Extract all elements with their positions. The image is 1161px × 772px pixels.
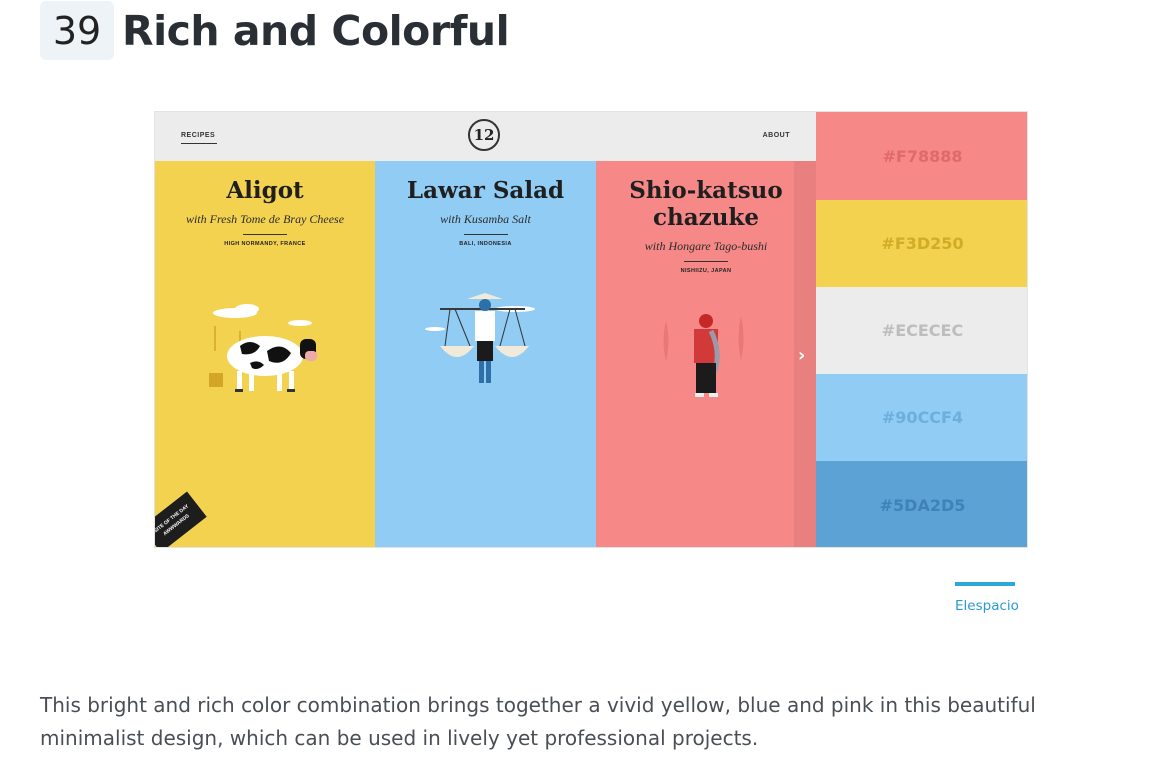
cow-illustration bbox=[209, 304, 317, 392]
section-number: 39 bbox=[52, 8, 102, 53]
description-text: This bright and rich color combination b… bbox=[40, 693, 1036, 750]
nav-about-link: ABOUT bbox=[762, 132, 790, 139]
next-arrow-icon[interactable]: › bbox=[798, 345, 805, 366]
swatch-2: #F3D250 bbox=[816, 200, 1027, 287]
site-of-the-day-badge[interactable]: SITE OF THE DAY AWWWARDS bbox=[155, 491, 207, 547]
dish-card-shio-katsuo: Shio-katsuo chazuke with Hongare Tago-bu… bbox=[596, 161, 816, 547]
dish-location: NISHIIZU, JAPAN bbox=[680, 268, 732, 274]
dish-title: Lawar Salad bbox=[406, 177, 565, 204]
swatch-5: #5DA2D5 bbox=[816, 461, 1027, 547]
swatch-4: #90CCF4 bbox=[816, 374, 1027, 461]
swatch-3: #ECECEC bbox=[816, 287, 1027, 374]
section-number-badge: 39 bbox=[40, 1, 114, 60]
dish-title: Aligot bbox=[226, 177, 304, 204]
swatch-hex: #90CCF4 bbox=[881, 408, 964, 427]
section-title: Rich and Colorful bbox=[122, 7, 510, 55]
credit-accent-bar bbox=[955, 582, 1015, 586]
brand-logo: 12 bbox=[468, 119, 500, 151]
nav-recipes-link: RECIPES bbox=[181, 132, 218, 144]
fisherman-illustration bbox=[663, 314, 744, 397]
dish-location: HIGH NORMANDY, FRANCE bbox=[224, 241, 306, 247]
screenshot-topbar: RECIPES 12 ABOUT bbox=[155, 112, 816, 161]
dish-subtitle: with Kusamba Salt bbox=[440, 212, 531, 226]
dish-title: Shio-katsuo chazuke bbox=[596, 177, 816, 231]
dish-title-line1: Shio-katsuo bbox=[629, 177, 783, 204]
dish-divider bbox=[684, 261, 728, 262]
dish-location: BALI, INDONESIA bbox=[459, 241, 512, 247]
dish-divider bbox=[243, 234, 287, 235]
logo-text: 12 bbox=[473, 126, 495, 144]
dish-title-line2: chazuke bbox=[653, 204, 759, 231]
swatch-hex: #ECECEC bbox=[881, 321, 964, 340]
dish-subtitle: with Hongare Tago-bushi bbox=[644, 239, 768, 253]
swatch-hex: #5DA2D5 bbox=[879, 495, 966, 515]
dish-divider bbox=[463, 234, 508, 235]
farmer-illustration bbox=[425, 293, 535, 383]
swatch-1: #F78888 bbox=[816, 112, 1027, 200]
swatch-hex: #F3D250 bbox=[881, 234, 964, 253]
website-screenshot: RECIPES 12 ABOUT Aligot with Fresh Tome … bbox=[154, 111, 1028, 548]
dish-card-lawar-salad: Lawar Salad with Kusamba Salt BALI, INDO… bbox=[375, 161, 596, 547]
dish-subtitle: with Fresh Tome de Bray Cheese bbox=[185, 212, 345, 226]
dish-card-aligot: Aligot with Fresh Tome de Bray Cheese HI… bbox=[155, 161, 375, 547]
swatch-hex: #F78888 bbox=[882, 146, 963, 166]
credit-link[interactable]: Elespacio bbox=[955, 598, 1019, 614]
